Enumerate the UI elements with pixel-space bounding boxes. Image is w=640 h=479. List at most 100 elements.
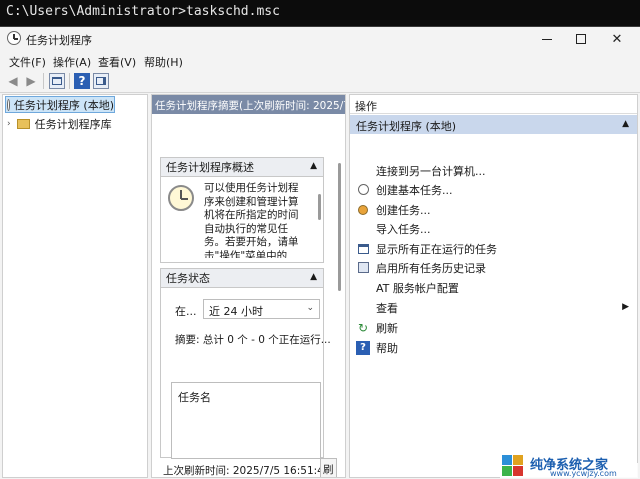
task-status-header[interactable]: 任务状态 ▲ — [161, 269, 323, 288]
menu-view[interactable]: 查看(V) — [98, 54, 136, 70]
minimize-icon — [542, 38, 552, 40]
task-name-column-header[interactable]: 任务名 — [178, 389, 211, 405]
show-hide-tree-button[interactable] — [49, 73, 65, 89]
action-label: 创建基本任务... — [376, 183, 453, 197]
status-range-select[interactable]: 近 24 小时 ⌄ — [203, 299, 320, 319]
watermark-url: www.ycwjzy.com — [550, 469, 617, 478]
show-hide-action-pane-button[interactable] — [93, 73, 109, 89]
toolbar: ◀ ▶ ? — [0, 69, 640, 93]
action-label: 显示所有正在运行的任务 — [376, 242, 497, 256]
action-view[interactable]: 查看 ▶ — [350, 298, 637, 317]
clock-icon — [7, 98, 10, 111]
blank-icon — [356, 301, 370, 315]
refresh-icon: ↻ — [357, 320, 369, 335]
summary-pane: 任务计划程序摘要(上次刷新时间: 2025/7/5 任务计划程序概述 ▲ 可以使… — [151, 94, 346, 478]
action-refresh[interactable]: ↻ 刷新 — [350, 318, 637, 337]
overview-line: 可以使用任务计划程 — [204, 182, 299, 194]
action-connect-computer[interactable]: 连接到另一台计算机... — [350, 161, 637, 180]
action-enable-history[interactable]: 启用所有任务历史记录 — [350, 258, 637, 277]
action-at-service-account[interactable]: AT 服务帐户配置 — [350, 278, 637, 297]
task-scheduler-window: 任务计划程序 ✕ 文件(F) 操作(A) 查看(V) 帮助(H) ◀ ▶ ? 任… — [0, 26, 640, 479]
toolbar-divider — [69, 73, 70, 89]
close-button[interactable]: ✕ — [594, 27, 640, 51]
actions-pane: 操作 任务计划程序 (本地) ▲ 连接到另一台计算机... 创建基本任务... … — [349, 94, 638, 478]
refresh-now-button[interactable]: 刷 — [320, 458, 337, 477]
title-bar: 任务计划程序 ✕ — [0, 27, 640, 51]
back-arrow-icon: ◀ — [8, 74, 18, 88]
close-icon: ✕ — [611, 31, 623, 47]
action-label: 刷新 — [376, 321, 398, 335]
refresh-button-label: 刷 — [323, 464, 334, 476]
action-import-task[interactable]: 导入任务... — [350, 219, 637, 238]
action-label: 查看 — [376, 301, 398, 315]
history-icon — [356, 261, 370, 275]
window-title: 任务计划程序 — [26, 34, 92, 47]
action-label: 创建任务... — [376, 203, 431, 217]
overview-line: 自动执行的常见任 — [204, 222, 288, 235]
action-label: 导入任务... — [376, 222, 431, 236]
action-label: 帮助 — [376, 341, 398, 355]
overview-text: 可以使用任务计划程 序来创建和管理计算 机将在所指定的时间 自动执行的常见任 务… — [204, 182, 314, 258]
collapse-icon[interactable]: ▲ — [310, 272, 317, 282]
windows-logo-icon — [502, 455, 524, 477]
overview-section: 任务计划程序概述 ▲ 可以使用任务计划程 序来创建和管理计算 机将在所指定的时间… — [160, 157, 324, 263]
forward-arrow-icon: ▶ — [26, 74, 36, 88]
overview-title: 任务计划程序概述 — [166, 161, 254, 174]
summary-header: 任务计划程序摘要(上次刷新时间: 2025/7/5 — [152, 95, 345, 114]
center-scrollbar[interactable] — [338, 163, 341, 291]
console-command: C:\Users\Administrator>taskschd.msc — [0, 0, 640, 26]
maximize-icon — [576, 34, 586, 44]
status-summary: 摘要: 总计 0 个 - 0 个正在运行... — [175, 334, 331, 346]
action-create-task[interactable]: 创建任务... — [350, 200, 637, 219]
folder-icon — [16, 118, 30, 129]
last-refresh-text: 上次刷新时间: 2025/7/5 16:51:43 — [163, 465, 331, 477]
help-icon: ? — [356, 340, 370, 355]
tree-item-task-scheduler-local[interactable]: 任务计划程序 (本地) — [5, 96, 115, 113]
watermark-logo: 纯净系统之家 www.ycwjzy.com — [500, 455, 638, 478]
actions-subheader[interactable]: 任务计划程序 (本地) ▲ — [350, 115, 637, 134]
menu-help[interactable]: 帮助(H) — [144, 54, 183, 70]
overview-section-header[interactable]: 任务计划程序概述 ▲ — [161, 158, 323, 177]
overview-line: 序来创建和管理计算 — [204, 195, 299, 208]
blank-icon — [356, 222, 370, 236]
status-range-label: 在... — [175, 305, 197, 318]
navigation-tree: 任务计划程序 (本地) › 任务计划程序库 — [2, 94, 148, 478]
expand-chevron-icon[interactable]: › — [7, 119, 11, 129]
action-pane-icon — [96, 77, 106, 85]
submenu-arrow-icon: ▶ — [622, 302, 629, 312]
clock-icon — [168, 185, 194, 211]
menu-action[interactable]: 操作(A) — [53, 54, 91, 70]
toolbar-divider — [43, 73, 44, 89]
actions-header: 操作 — [350, 95, 637, 114]
back-button[interactable]: ◀ — [5, 73, 21, 89]
tree-item-task-scheduler-library[interactable]: › 任务计划程序库 — [7, 115, 112, 132]
action-show-running-tasks[interactable]: 显示所有正在运行的任务 — [350, 239, 637, 258]
blank-icon — [356, 281, 370, 295]
overview-line: 务。若要开始，请单 — [204, 236, 299, 248]
help-button[interactable]: ? — [74, 73, 90, 89]
select-value: 近 24 小时 — [209, 305, 263, 318]
chevron-down-icon: ⌄ — [306, 303, 314, 313]
task-status-section: 任务状态 ▲ 在... 近 24 小时 ⌄ 摘要: 总计 0 个 - 0 个正在… — [160, 268, 331, 459]
blank-icon — [356, 164, 370, 178]
collapse-icon[interactable]: ▲ — [622, 119, 629, 129]
task-status-title: 任务状态 — [166, 272, 210, 285]
overview-scrollbar[interactable] — [318, 194, 321, 220]
collapse-icon[interactable]: ▲ — [310, 161, 317, 171]
action-label: 连接到另一台计算机... — [376, 164, 486, 178]
clock-icon — [356, 183, 370, 197]
list-icon — [356, 242, 370, 256]
overview-line: 机将在所指定的时间 — [204, 209, 299, 221]
tree-item-label: 任务计划程序 (本地) — [13, 98, 114, 112]
forward-button[interactable]: ▶ — [23, 73, 39, 89]
console-tree-icon — [52, 77, 62, 85]
actions-subheader-label: 任务计划程序 (本地) — [356, 120, 457, 133]
task-list[interactable]: 任务名 — [171, 382, 321, 459]
menu-file[interactable]: 文件(F) — [9, 54, 46, 70]
clock-icon — [7, 31, 21, 45]
action-label: 启用所有任务历史记录 — [376, 261, 486, 275]
help-icon: ? — [78, 74, 86, 88]
action-label: AT 服务帐户配置 — [376, 281, 459, 295]
action-create-basic-task[interactable]: 创建基本任务... — [350, 180, 637, 199]
action-help[interactable]: ? 帮助 — [350, 338, 637, 357]
